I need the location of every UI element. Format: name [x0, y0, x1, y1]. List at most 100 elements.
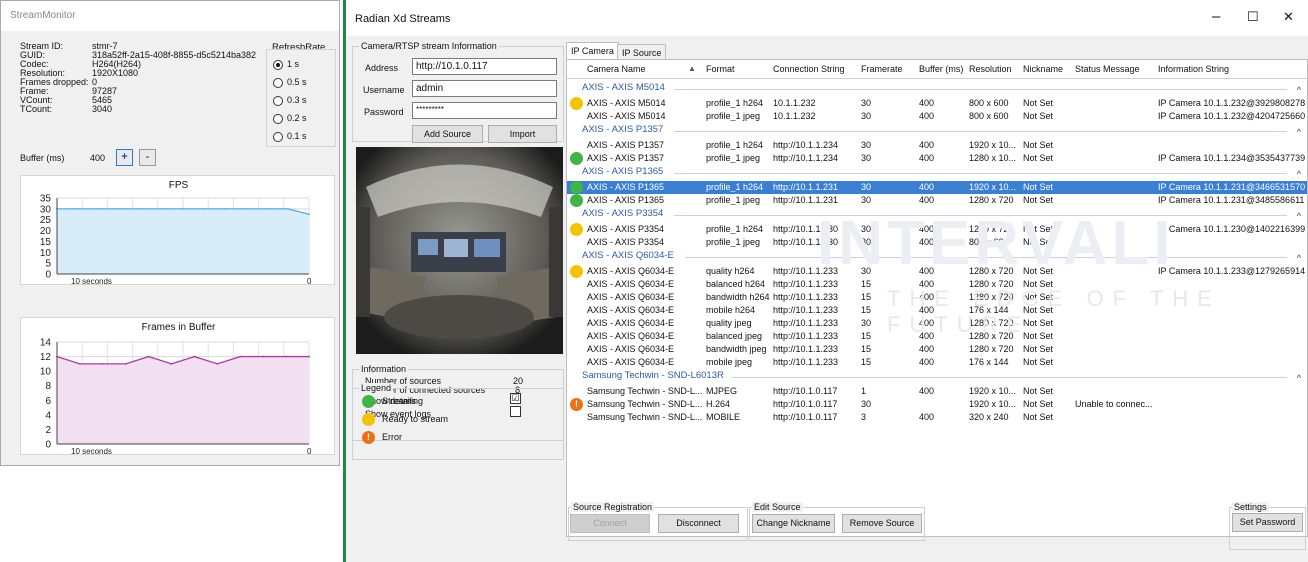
cell-conn: 10.1.1.232 — [773, 111, 816, 121]
y-tick-label: 8 — [45, 381, 51, 392]
remove-source-button[interactable]: Remove Source — [842, 514, 922, 533]
y-tick-label: 2 — [45, 425, 51, 436]
tab-ip-source[interactable]: IP Source — [617, 44, 667, 60]
series-area — [57, 356, 309, 444]
table-row[interactable]: AXIS - AXIS M5014 profile_1 h264 10.1.1.23… — [567, 97, 1307, 110]
y-tick-label: 30 — [40, 204, 52, 215]
cell-res: 1920 x 10... — [969, 140, 1017, 150]
change-nickname-button[interactable]: Change Nickname — [752, 514, 835, 533]
group-header[interactable]: Samsung Techwin - SND-L6013R — [582, 370, 724, 381]
cell-nick: Not Set — [1023, 153, 1054, 163]
cell-nick: Not Set — [1023, 182, 1054, 192]
cell-fr: 15 — [861, 344, 872, 354]
disconnect-button[interactable]: Disconnect — [658, 514, 739, 533]
username-input[interactable]: admin — [412, 80, 557, 97]
buffer-decrease-button[interactable]: - — [139, 149, 156, 166]
cell-fr: 15 — [861, 292, 872, 302]
cell-format: profile_1 jpeg — [706, 153, 761, 163]
cell-conn: 10.1.1.232 — [773, 98, 816, 108]
cell-conn: http://10.1.1.234 — [773, 140, 839, 150]
cell-camera: AXIS - AXIS Q6034-E — [587, 331, 675, 341]
table-row[interactable]: AXIS - AXIS P1357 profile_1 h264 http://10… — [567, 139, 1307, 152]
column-header[interactable]: Resolution — [969, 64, 1012, 74]
frames-in-buffer-chart: Frames in Buffer 14 12 10 8 6 4 2 0 10 seconds 0 — [20, 317, 335, 456]
collapse-chevron-icon[interactable]: ^ — [1297, 169, 1301, 179]
cell-res: 800 x 600 — [969, 98, 1009, 108]
cell-fr: 30 — [861, 140, 872, 150]
data-point — [77, 207, 79, 210]
tab-ip-camera[interactable]: IP Camera — [566, 42, 619, 60]
column-header[interactable]: Camera Name — [587, 64, 646, 74]
column-header[interactable]: Nickname — [1023, 64, 1063, 74]
table-row[interactable]: Samsung Techwin - SND-L... MJPEG http://10… — [567, 385, 1307, 398]
column-header[interactable]: Buffer (ms) — [919, 64, 963, 74]
table-row[interactable]: ! Samsung Techwin - SND-L... H.264 http://1… — [567, 398, 1307, 411]
table-row[interactable]: Samsung Techwin - SND-L... MOBILE http://1… — [567, 411, 1307, 424]
group-header[interactable]: AXIS - AXIS Q6034-E — [582, 250, 674, 261]
stream-info-value: 3040 — [92, 104, 113, 114]
close-button[interactable]: ✕ — [1283, 9, 1294, 25]
data-point — [193, 355, 196, 358]
x-left-label: 10 seconds — [71, 277, 112, 286]
cell-res: 1920 x 10... — [969, 386, 1017, 396]
cell-fr: 15 — [861, 305, 872, 315]
cell-camera: AXIS - AXIS Q6034-E — [587, 292, 675, 302]
column-header[interactable]: Connection String — [773, 64, 845, 74]
table-row[interactable]: AXIS - AXIS P1357 profile_1 jpeg http://10… — [567, 152, 1307, 165]
data-point — [216, 362, 219, 365]
cell-format: profile_1 h264 — [706, 98, 764, 108]
group-header[interactable]: AXIS - AXIS M5014 — [582, 82, 665, 93]
address-label: Address — [365, 63, 399, 73]
buffer-label: Buffer (ms) — [20, 153, 65, 163]
cell-res: 176 x 144 — [969, 357, 1009, 367]
add-source-button[interactable]: Add Source — [412, 125, 483, 143]
status-ready-icon — [570, 223, 583, 236]
cell-info: IP Camera 10.1.1.231@3485586611 — [1158, 195, 1305, 205]
set-password-button[interactable]: Set Password — [1232, 513, 1303, 532]
column-header[interactable]: Framerate — [861, 64, 903, 74]
address-input[interactable]: http://10.1.0.117 — [412, 58, 557, 75]
password-input[interactable]: ********* — [412, 102, 557, 119]
table-row[interactable]: AXIS - AXIS M5014 profile_1 jpeg 10.1.1.23… — [567, 110, 1307, 123]
data-point — [239, 355, 242, 358]
minimize-button[interactable]: – — [1212, 8, 1220, 25]
y-tick-label: 4 — [45, 410, 51, 421]
collapse-chevron-icon[interactable]: ^ — [1297, 373, 1301, 383]
cell-format: MJPEG — [706, 386, 738, 396]
radian-title: Radian Xd Streams — [346, 0, 1308, 36]
data-point — [119, 207, 121, 210]
cell-fr: 30 — [861, 318, 872, 328]
maximize-button[interactable]: ☐ — [1247, 9, 1259, 25]
collapse-chevron-icon[interactable]: ^ — [1297, 127, 1301, 137]
edit-source-title: Edit Source — [752, 502, 803, 512]
cell-res: 1280 x 10... — [969, 153, 1017, 163]
cell-camera: AXIS - AXIS P3354 — [587, 237, 665, 247]
table-row[interactable]: AXIS - AXIS Q6034-E mobile jpeg http://10.… — [567, 356, 1307, 369]
cell-info: IP Camera 10.1.1.234@3535437739 — [1158, 153, 1306, 163]
import-button[interactable]: Import — [488, 125, 557, 143]
collapse-chevron-icon[interactable]: ^ — [1297, 211, 1301, 221]
column-header[interactable]: Format — [706, 64, 735, 74]
collapse-chevron-icon[interactable]: ^ — [1297, 85, 1301, 95]
column-header[interactable]: Information String — [1158, 64, 1229, 74]
cell-nick: Not Set — [1023, 195, 1054, 205]
cell-conn: http://10.1.1.233 — [773, 344, 839, 354]
stream-monitor-window: StreamMonitor Stream ID: stmr-7 GUID: 318a5… — [0, 0, 340, 466]
group-header[interactable]: AXIS - AXIS P1365 — [582, 166, 663, 177]
information-title: Information — [359, 364, 409, 374]
collapse-chevron-icon[interactable]: ^ — [1297, 253, 1301, 263]
cell-msg: Unable to connec... — [1075, 399, 1153, 409]
cell-info: IP Camera 10.1.1.231@3466531570 — [1158, 182, 1306, 192]
group-header[interactable]: AXIS - AXIS P1357 — [582, 124, 663, 135]
group-header[interactable]: AXIS - AXIS P3354 — [582, 208, 663, 219]
table-row[interactable]: AXIS - AXIS P1365 profile_1 h264 http://10… — [567, 181, 1307, 194]
buffer-increase-button[interactable]: + — [116, 149, 133, 166]
connect-button[interactable]: Connect — [570, 514, 650, 533]
cell-format: balanced jpeg — [706, 331, 763, 341]
table-row[interactable]: AXIS - AXIS P1365 profile_1 jpeg http://10… — [567, 194, 1307, 207]
table-row[interactable]: AXIS - AXIS Q6034-E bandwidth jpeg http://… — [567, 343, 1307, 356]
column-header[interactable]: Status Message — [1075, 64, 1140, 74]
cell-camera: AXIS - AXIS Q6034-E — [587, 357, 675, 367]
stream-info-label: TCount: — [20, 104, 53, 114]
y-tick-label: 35 — [40, 194, 52, 205]
